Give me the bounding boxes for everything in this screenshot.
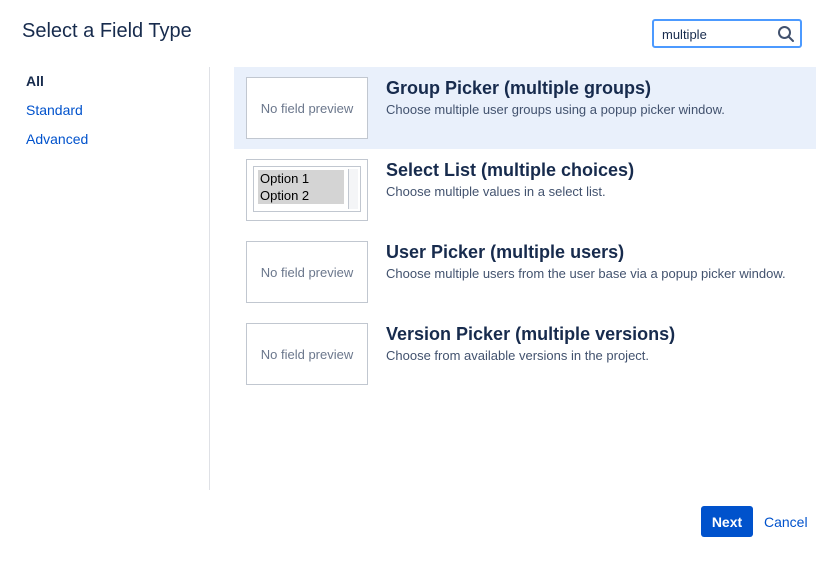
field-type-version-picker[interactable]: No field preview Version Picker (multipl… [234,313,816,395]
field-preview: No field preview [246,323,368,385]
field-type-name: Select List (multiple choices) [386,160,635,180]
preview-option: Option 1 [258,170,344,187]
field-type-name: Group Picker (multiple groups) [386,78,652,98]
field-type-description: Choose multiple values in a select list. [386,184,606,199]
dialog-title: Select a Field Type [22,20,192,42]
next-button[interactable]: Next [701,506,753,537]
select-list-preview: Option 1 Option 2 [253,166,361,212]
field-type-description: Choose multiple user groups using a popu… [386,102,725,117]
category-nav: All Standard Advanced [26,72,88,159]
field-preview: No field preview [246,241,368,303]
field-type-description: Choose multiple users from the user base… [386,266,786,281]
field-preview: Option 1 Option 2 [246,159,368,221]
preview-scrollbar [348,169,358,209]
field-type-user-picker[interactable]: No field preview User Picker (multiple u… [234,231,816,313]
nav-item-advanced[interactable]: Advanced [26,130,88,148]
preview-option: Option 2 [258,187,344,204]
field-preview: No field preview [246,77,368,139]
nav-item-all[interactable]: All [26,72,88,90]
nav-item-standard[interactable]: Standard [26,101,88,119]
field-type-list: No field preview Group Picker (multiple … [234,67,816,395]
search-input[interactable] [662,25,774,43]
search-box[interactable] [652,19,802,48]
cancel-button[interactable]: Cancel [764,514,808,530]
sidebar-divider [209,67,210,490]
field-type-name: User Picker (multiple users) [386,242,625,262]
field-type-select-list[interactable]: Option 1 Option 2 Select List (multiple … [234,149,816,231]
field-type-description: Choose from available versions in the pr… [386,348,650,363]
search-icon[interactable] [777,25,795,43]
field-type-group-picker[interactable]: No field preview Group Picker (multiple … [234,67,816,149]
field-type-name: Version Picker (multiple versions) [386,324,676,344]
